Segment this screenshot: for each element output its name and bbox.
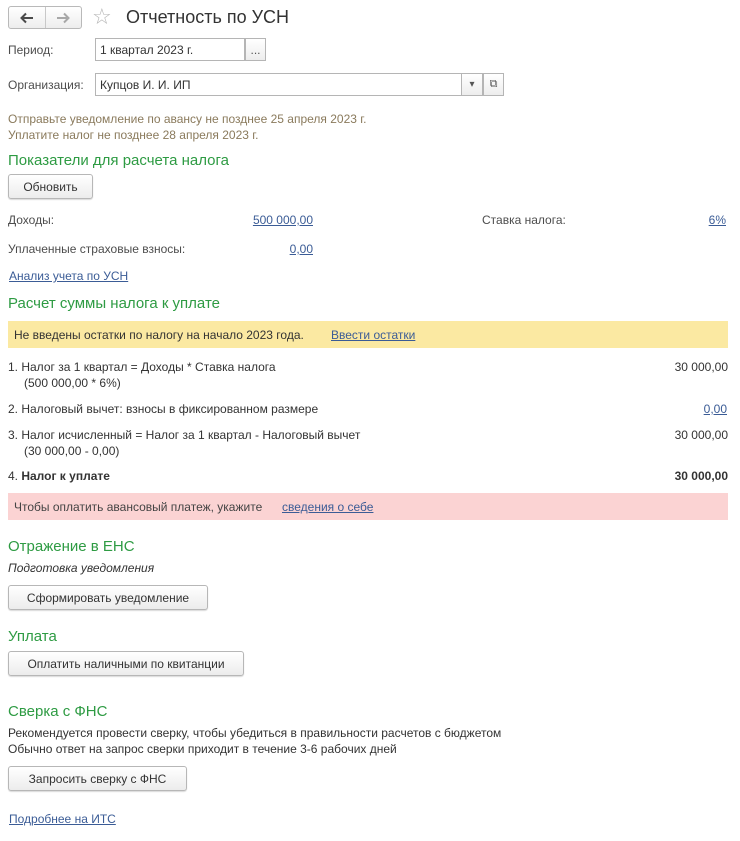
- period-select-button[interactable]: ...: [245, 38, 266, 61]
- create-notice-button[interactable]: Сформировать уведомление: [8, 585, 208, 610]
- row4-text: Налог к уплате: [21, 469, 110, 483]
- indicators-heading: Показатели для расчета налога: [8, 152, 229, 169]
- payment-deadline: Уплатите налог не позднее 28 апреля 2023…: [8, 128, 259, 142]
- pay-cash-button[interactable]: Оплатить наличными по квитанции: [8, 651, 244, 676]
- payment-info-banner: Чтобы оплатить авансовый платеж, укажите…: [8, 493, 728, 520]
- back-button[interactable]: [9, 7, 45, 28]
- open-window-icon: ⧉: [489, 78, 498, 90]
- row3-text: 3. Налог исчисленный = Налог за 1 кварта…: [8, 428, 361, 442]
- notice-deadline: Отправьте уведомление по авансу не поздн…: [8, 112, 367, 126]
- payment-heading: Уплата: [8, 628, 57, 645]
- row4-prefix: 4.: [8, 469, 22, 483]
- row4-value: 30 000,00: [674, 469, 728, 483]
- period-label: Период:: [8, 43, 54, 57]
- chevron-down-icon: ▾: [469, 79, 475, 90]
- warning-banner: Не введены остатки по налогу на начало 2…: [8, 321, 728, 348]
- enter-balances-link[interactable]: Ввести остатки: [331, 328, 415, 342]
- row1-sub: (500 000,00 * 6%): [24, 376, 121, 390]
- row1-value: 30 000,00: [674, 360, 728, 374]
- arrow-right-icon: [57, 12, 71, 23]
- row3-sub: (30 000,00 - 0,00): [24, 444, 120, 458]
- row2-text: 2. Налоговый вычет: взносы в фиксированн…: [8, 402, 319, 416]
- refresh-button[interactable]: Обновить: [8, 174, 93, 199]
- nav-buttons: [8, 6, 82, 29]
- payment-info-text: Чтобы оплатить авансовый платеж, укажите: [14, 500, 263, 514]
- organization-field[interactable]: Купцов И. И. ИП: [95, 73, 462, 96]
- forward-button[interactable]: [44, 7, 82, 28]
- row4: 4. Налог к уплате: [8, 469, 110, 483]
- favorite-star-icon[interactable]: ☆: [92, 4, 112, 30]
- insurance-value-link[interactable]: 0,00: [240, 242, 313, 256]
- ens-subtitle: Подготовка уведомления: [8, 561, 155, 575]
- request-reconciliation-button[interactable]: Запросить сверку с ФНС: [8, 766, 187, 791]
- organization-label: Организация:: [8, 78, 84, 92]
- row2-value-link[interactable]: 0,00: [640, 402, 727, 416]
- analysis-link[interactable]: Анализ учета по УСН: [9, 269, 128, 283]
- income-label: Доходы:: [8, 213, 55, 227]
- fns-heading: Сверка с ФНС: [8, 703, 108, 720]
- tax-rate-link[interactable]: 6%: [660, 213, 726, 227]
- row1-text: 1. Налог за 1 квартал = Доходы * Ставка …: [8, 360, 276, 374]
- tax-rate-label: Ставка налога:: [482, 213, 566, 227]
- organization-open-button[interactable]: ⧉: [483, 73, 504, 96]
- period-field[interactable]: 1 квартал 2023 г.: [95, 38, 245, 61]
- page-title: Отчетность по УСН: [126, 7, 290, 27]
- income-value-link[interactable]: 500 000,00: [200, 213, 313, 227]
- fns-recommendation: Рекомендуется провести сверку, чтобы убе…: [8, 726, 502, 740]
- warning-text: Не введены остатки по налогу на начало 2…: [14, 328, 304, 342]
- ens-heading: Отражение в ЕНС: [8, 538, 135, 555]
- fns-response-time: Обычно ответ на запрос сверки приходит в…: [8, 742, 397, 756]
- calculation-heading: Расчет суммы налога к уплате: [8, 295, 220, 312]
- self-info-link[interactable]: сведения о себе: [282, 500, 373, 514]
- organization-dropdown-button[interactable]: ▾: [461, 73, 483, 96]
- its-more-link[interactable]: Подробнее на ИТС: [9, 812, 116, 826]
- insurance-label: Уплаченные страховые взносы:: [8, 242, 186, 256]
- arrow-left-icon: [19, 12, 33, 23]
- row3-value: 30 000,00: [674, 428, 728, 442]
